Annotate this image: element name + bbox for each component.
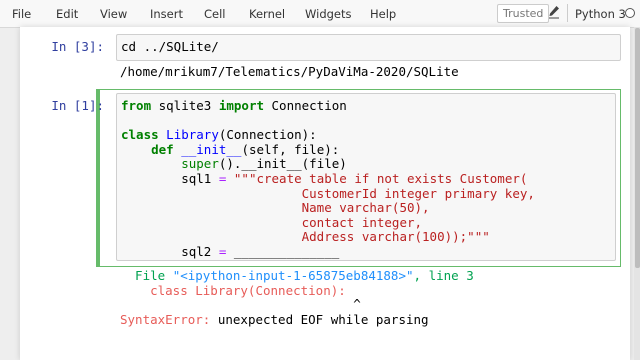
trusted-indicator[interactable]: Trusted [497, 4, 550, 23]
error-text: unexpected EOF while parsing [210, 312, 429, 327]
menu-view[interactable]: View [100, 7, 127, 21]
kernel-name[interactable]: Python 3 [575, 7, 626, 21]
cell1-code-input[interactable]: cd ../SQLite/ [116, 34, 621, 61]
cell2-code-block: from sqlite3 import Connection class Lib… [121, 98, 535, 259]
pencil-icon [547, 5, 561, 21]
cell2-code-input[interactable]: from sqlite3 import Connection class Lib… [116, 93, 616, 261]
kernel-idle-circle-icon [625, 8, 635, 18]
menu-widgets[interactable]: Widgets [305, 7, 352, 21]
error-message-line: SyntaxError: unexpected EOF while parsin… [120, 312, 429, 328]
menu-help[interactable]: Help [370, 7, 396, 21]
traceback-location-line: File "<ipython-input-1-65875eb84188>", l… [120, 268, 474, 283]
traceback-caret: ^ [120, 296, 361, 311]
cell1-code-line: cd ../SQLite/ [121, 39, 219, 54]
cell1-output: /home/mrikum7/Telematics/PyDaViMa-2020/S… [120, 64, 459, 79]
cell1-input-prompt: In [3]: [51, 39, 104, 54]
scrollbar-thumb[interactable] [635, 28, 640, 268]
error-type: SyntaxError: [120, 312, 211, 327]
menu-kernel[interactable]: Kernel [249, 7, 285, 21]
menu-cell[interactable]: Cell [204, 7, 226, 21]
menu-edit[interactable]: Edit [56, 7, 78, 21]
menubar: File Edit View Insert Cell Kernel Widget… [0, 0, 640, 28]
menubar-divider [567, 4, 568, 22]
menu-file[interactable]: File [12, 7, 31, 21]
cell2-input-prompt: In [1]: [51, 98, 104, 113]
menu-insert[interactable]: Insert [150, 7, 183, 21]
